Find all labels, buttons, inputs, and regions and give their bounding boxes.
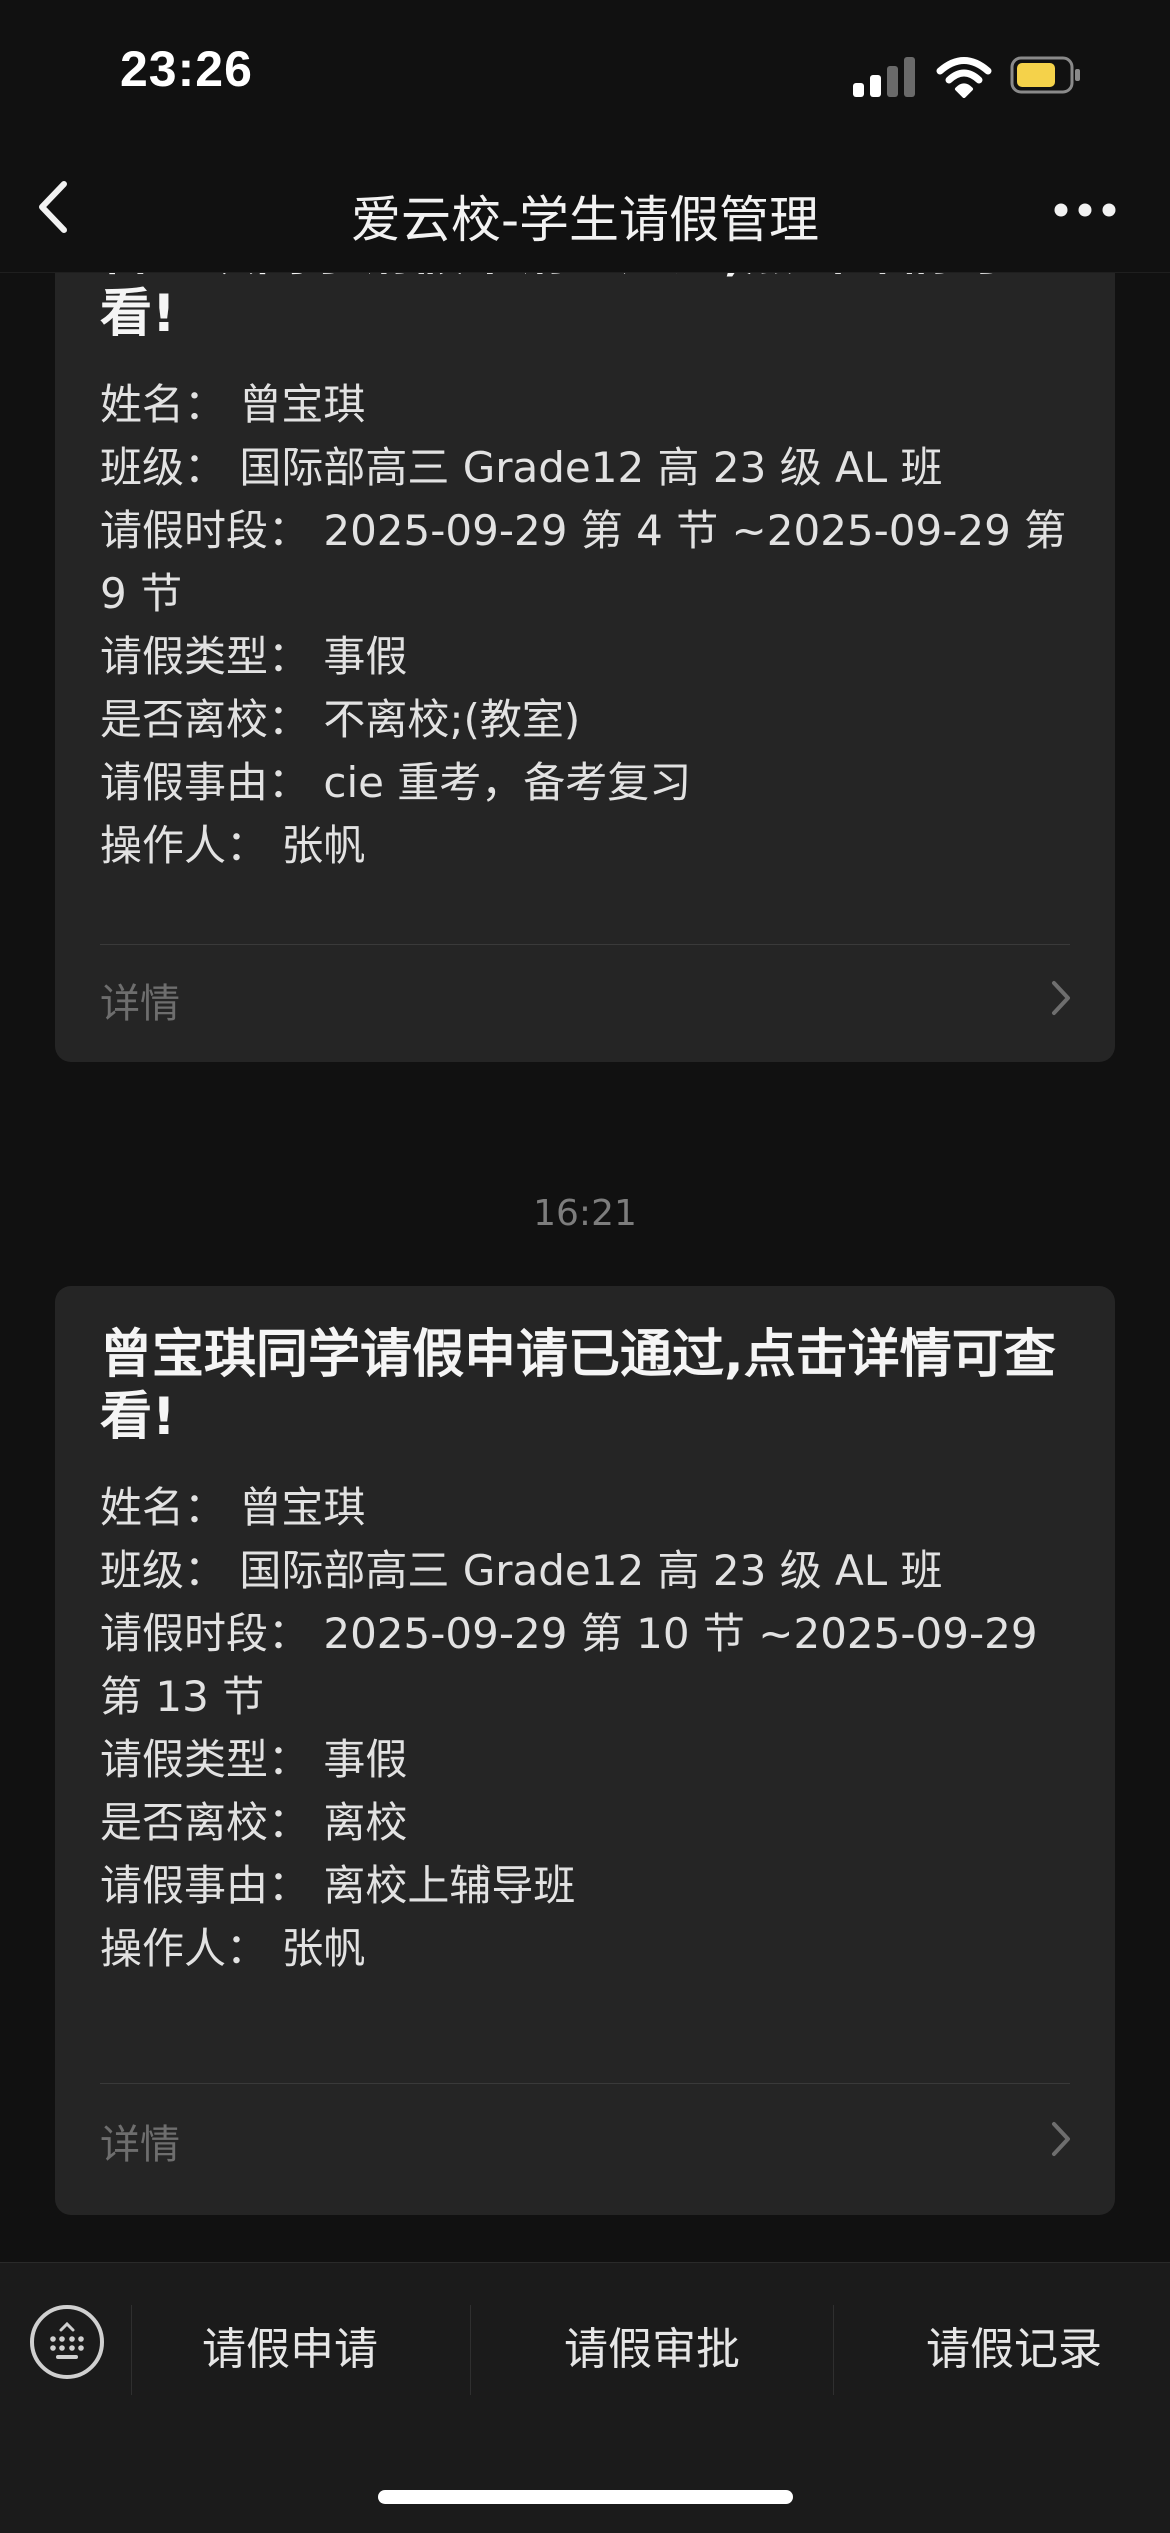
chevron-right-icon	[1052, 981, 1070, 1015]
more-dots-icon[interactable]	[1045, 180, 1125, 240]
divider	[100, 944, 1070, 945]
field-class: 班级： 国际部高三 Grade12 高 23 级 AL 班	[100, 443, 943, 492]
menu-item-leave-records[interactable]: 请假记录	[834, 2313, 1170, 2377]
keyboard-icon[interactable]	[28, 2303, 106, 2381]
field-period: 请假时段： 2025-09-29 第 4 节 ~2025-09-29 第 9 节	[100, 506, 1067, 618]
nav-bar: 爱云校-学生请假管理	[0, 150, 1170, 273]
field-reason: 请假事由： cie 重考，备考复习	[100, 758, 692, 807]
message-card[interactable]: 曾宝琪同学请假申请已通过,点击详情可查看! 姓名： 曾宝琪 班级： 国际部高三 …	[55, 1286, 1115, 2215]
detail-link[interactable]: 详情	[100, 963, 1080, 1033]
menu-item-leave-apply[interactable]: 请假申请	[110, 2313, 470, 2377]
card-title: 曾宝琪同学请假申请已通过,点击详情可查看!	[100, 273, 1056, 344]
field-type: 请假类型： 事假	[100, 1735, 408, 1784]
field-operator: 操作人： 张帆	[100, 1924, 366, 1973]
detail-link[interactable]: 详情	[100, 2104, 1080, 2174]
detail-label: 详情	[100, 2122, 180, 2168]
chevron-right-icon	[1052, 2122, 1070, 2156]
card-title: 曾宝琪同学请假申请已通过,点击详情可查看!	[100, 1325, 1056, 1447]
divider	[100, 2083, 1070, 2084]
field-name: 姓名： 曾宝琪	[100, 380, 366, 429]
signal-icon	[853, 55, 915, 97]
field-operator: 操作人： 张帆	[100, 821, 366, 870]
message-timestamp: 16:21	[533, 1193, 637, 1234]
field-leave-school: 是否离校： 不离校;(教室)	[100, 695, 581, 744]
message-list[interactable]: 曾宝琪同学请假申请已通过,点击详情可查看! 姓名： 曾宝琪 班级： 国际部高三 …	[0, 273, 1170, 2260]
detail-label: 详情	[100, 981, 180, 1027]
menu-separator	[470, 2305, 471, 2395]
card-fields: 姓名： 曾宝琪 班级： 国际部高三 Grade12 高 23 级 AL 班 请假…	[100, 1476, 1080, 1980]
field-name: 姓名： 曾宝琪	[100, 1483, 366, 1532]
status-time: 23:26	[120, 41, 253, 97]
field-reason: 请假事由： 离校上辅导班	[100, 1861, 576, 1910]
home-indicator	[378, 2490, 793, 2504]
wifi-icon	[936, 57, 992, 98]
field-period: 请假时段： 2025-09-29 第 10 节 ~2025-09-29 第 13…	[100, 1609, 1038, 1721]
card-fields: 姓名： 曾宝琪 班级： 国际部高三 Grade12 高 23 级 AL 班 请假…	[100, 373, 1080, 877]
menu-item-leave-approve[interactable]: 请假审批	[472, 2313, 832, 2377]
field-type: 请假类型： 事假	[100, 632, 408, 681]
field-leave-school: 是否离校： 离校	[100, 1798, 408, 1847]
message-card[interactable]: 曾宝琪同学请假申请已通过,点击详情可查看! 姓名： 曾宝琪 班级： 国际部高三 …	[55, 273, 1115, 1062]
page-title: 爱云校-学生请假管理	[350, 191, 820, 249]
field-class: 班级： 国际部高三 Grade12 高 23 级 AL 班	[100, 1546, 943, 1595]
battery-icon	[1010, 56, 1080, 94]
status-bar: 23:26	[0, 0, 1170, 150]
